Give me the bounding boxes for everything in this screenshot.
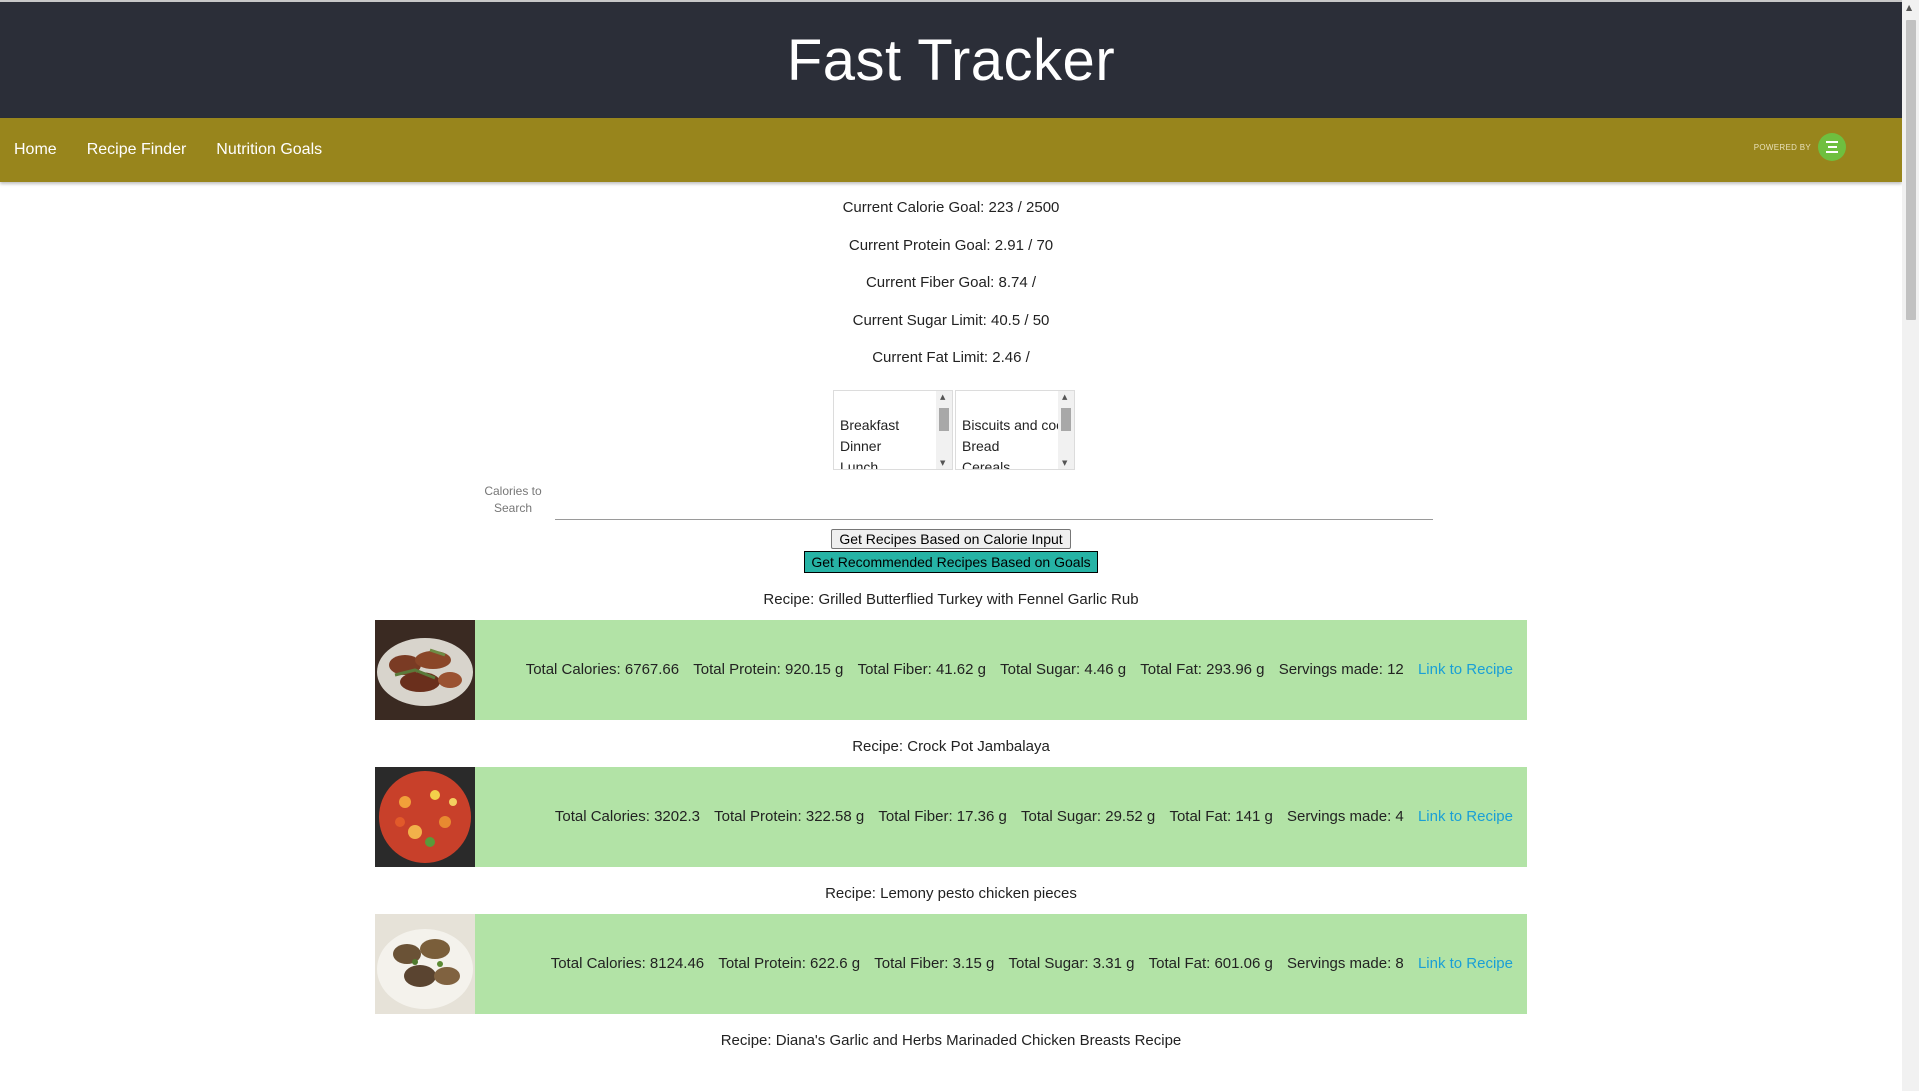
- recipe-fiber: Total Fiber: 3.15 g: [874, 955, 995, 972]
- recipe-fat: Total Fat: 293.96 g: [1140, 661, 1265, 678]
- recipe-link[interactable]: Link to Recipe: [1418, 955, 1513, 972]
- recipe-card: Total Calories: 8124.46 Total Protein: 6…: [375, 913, 1527, 1014]
- sugar-limit: Current Sugar Limit: 40.5 / 50: [852, 311, 1050, 329]
- recipe-protein: Total Protein: 920.15 g: [693, 661, 844, 678]
- recipe-fiber: Total Fiber: 17.36 g: [878, 808, 1007, 825]
- recipe-fat: Total Fat: 141 g: [1169, 808, 1273, 825]
- app-title: Fast Tracker: [786, 27, 1116, 93]
- action-buttons: Get Recipes Based on Calorie Input Get R…: [0, 528, 1902, 573]
- filter-selects: Breakfast Dinner Lunch ▲ ▼ Biscuits and …: [6, 389, 1902, 470]
- recipe-calories: Total Calories: 3202.3: [554, 808, 700, 825]
- recipe-stats: Total Calories: 3202.3 Total Protein: 32…: [475, 808, 1527, 825]
- recipe-servings: Servings made: 4: [1287, 808, 1404, 825]
- meal-type-scrollbar[interactable]: ▲ ▼: [936, 390, 952, 469]
- scroll-down-icon[interactable]: ▼: [1062, 459, 1067, 467]
- recipe-servings: Servings made: 8: [1287, 955, 1404, 972]
- recipe-link[interactable]: Link to Recipe: [1418, 808, 1513, 825]
- recipe-sugar: Total Sugar: 3.31 g: [1008, 955, 1135, 972]
- recipe-title: Recipe: Diana's Garlic and Herbs Marinad…: [720, 1031, 1182, 1049]
- app-header: Fast Tracker: [0, 2, 1902, 118]
- recipe-protein: Total Protein: 322.58 g: [714, 808, 865, 825]
- recipe-stats: Total Calories: 6767.66 Total Protein: 9…: [475, 661, 1527, 678]
- scroll-up-icon[interactable]: ▲: [1062, 393, 1067, 401]
- meal-type-select[interactable]: Breakfast Dinner Lunch ▲ ▼: [833, 389, 953, 470]
- recipe-calories: Total Calories: 8124.46: [550, 955, 705, 972]
- recipe-thumbnail: [375, 619, 475, 720]
- recipe-protein: Total Protein: 622.6 g: [718, 955, 861, 972]
- nav-bar: Home Recipe Finder Nutrition Goals POWER…: [0, 118, 1902, 182]
- scroll-down-icon[interactable]: ▼: [940, 459, 945, 467]
- recipe-title: Recipe: Lemony pesto chicken pieces: [825, 884, 1077, 902]
- recipe-link[interactable]: Link to Recipe: [1418, 661, 1513, 678]
- nav-recipe-finder[interactable]: Recipe Finder: [87, 141, 187, 159]
- edamam-logo-icon: [1818, 133, 1846, 161]
- recipe-card: Total Calories: 3202.3 Total Protein: 32…: [375, 766, 1527, 867]
- fiber-goal: Current Fiber Goal: 8.74 /: [865, 274, 1037, 291]
- dish-type-select[interactable]: Biscuits and cookies Bread Cereals ▲ ▼: [955, 389, 1075, 470]
- page: Fast Tracker Home Recipe Finder Nutritio…: [0, 0, 1902, 1091]
- scroll-up-icon[interactable]: ▲: [1906, 3, 1912, 12]
- recipe-thumbnail: [375, 766, 475, 867]
- fat-limit: Current Fat Limit: 2.46 /: [872, 349, 1030, 366]
- calories-search-label: Calories to Search: [484, 483, 542, 515]
- calorie-search-row: Calories to Search: [0, 475, 1902, 525]
- scrollbar-thumb[interactable]: [1906, 20, 1916, 320]
- calorie-search-button[interactable]: Get Recipes Based on Calorie Input: [831, 528, 1071, 549]
- goals-summary: Current Calorie Goal: 223 / 2500 Current…: [0, 198, 1902, 386]
- recipe-fat: Total Fat: 601.06 g: [1148, 955, 1273, 972]
- recipe-calories: Total Calories: 6767.66: [525, 661, 680, 678]
- powered-by-badge[interactable]: POWERED BY: [1754, 133, 1846, 161]
- recipe-title: Recipe: Grilled Butterflied Turkey with …: [763, 590, 1139, 608]
- recipe-title: Recipe: Crock Pot Jambalaya: [852, 737, 1050, 755]
- calorie-goal: Current Calorie Goal: 223 / 2500: [842, 199, 1060, 216]
- recipe-sugar: Total Sugar: 29.52 g: [1021, 808, 1156, 825]
- protein-goal: Current Protein Goal: 2.91 / 70: [848, 236, 1054, 254]
- nav-nutrition-goals[interactable]: Nutrition Goals: [216, 141, 322, 159]
- nav-home[interactable]: Home: [14, 141, 57, 159]
- recipe-fiber: Total Fiber: 41.62 g: [857, 661, 986, 678]
- recipe-sugar: Total Sugar: 4.46 g: [1000, 661, 1127, 678]
- recipe-stats: Total Calories: 8124.46 Total Protein: 6…: [475, 955, 1527, 972]
- page-scrollbar[interactable]: ▲: [1902, 0, 1919, 1091]
- recommended-recipes-button[interactable]: Get Recommended Recipes Based on Goals: [804, 550, 1098, 573]
- recipe-thumbnail: [375, 913, 475, 1014]
- recipe-card: Total Calories: 6767.66 Total Protein: 9…: [375, 619, 1527, 720]
- powered-by-text: POWERED BY: [1753, 142, 1811, 152]
- recipe-servings: Servings made: 12: [1278, 661, 1404, 678]
- calories-search-input[interactable]: [555, 496, 1433, 520]
- dish-type-scrollbar[interactable]: ▲ ▼: [1058, 390, 1074, 469]
- scroll-up-icon[interactable]: ▲: [940, 393, 945, 401]
